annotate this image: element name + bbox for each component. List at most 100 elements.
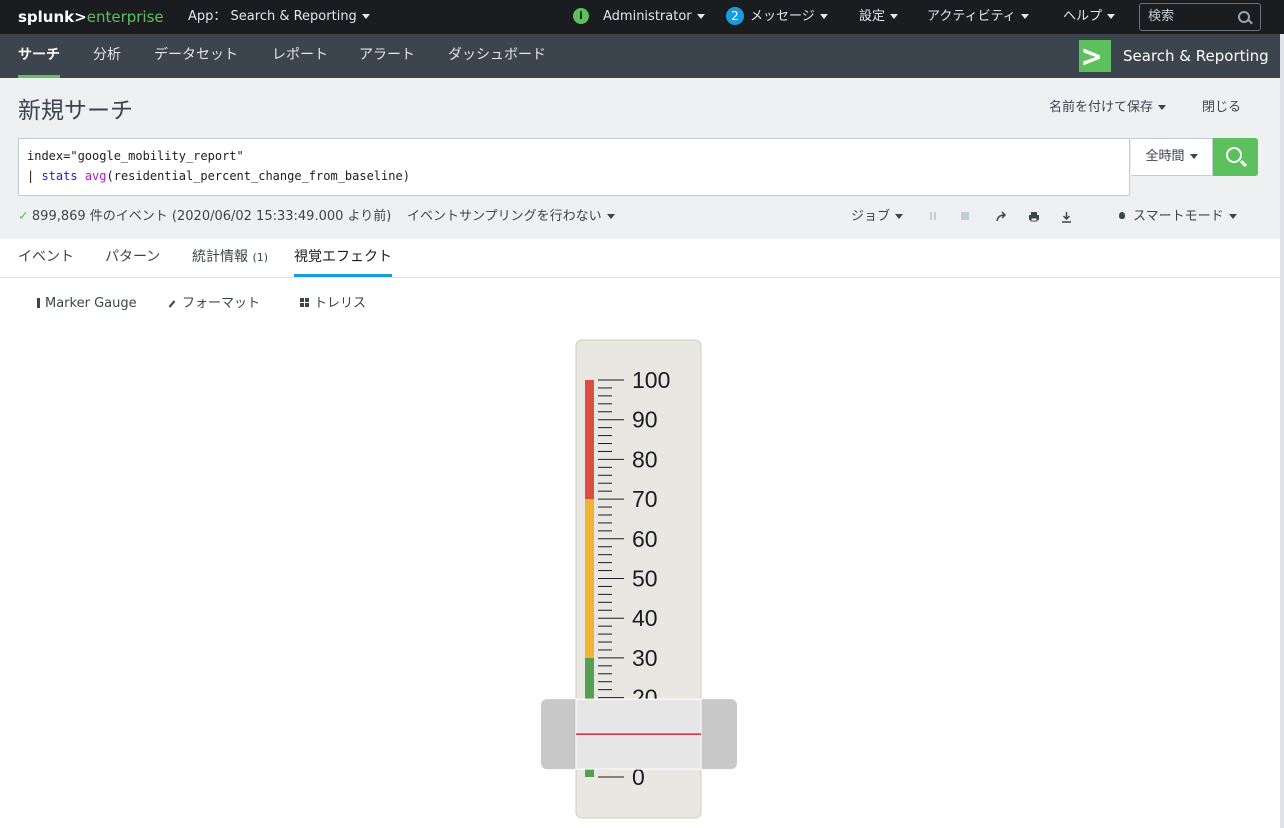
messages-label: メッセージ bbox=[750, 9, 815, 24]
export-icon[interactable] bbox=[1061, 211, 1072, 225]
logo-product-text: enterprise bbox=[86, 8, 164, 26]
activity-label: アクティビティ bbox=[927, 9, 1016, 24]
results-tabs: イベント パターン 統計情報 (1) 視覚エフェクト bbox=[0, 239, 1280, 278]
settings-menu[interactable]: 設定 bbox=[859, 0, 899, 34]
query-command: stats bbox=[41, 169, 78, 183]
activity-menu[interactable]: アクティビティ bbox=[927, 0, 1029, 34]
job-menu[interactable]: ジョブ bbox=[851, 207, 904, 227]
nav-tab-search[interactable]: サーチ bbox=[18, 34, 60, 78]
close-button[interactable]: 閉じる bbox=[1202, 96, 1241, 115]
share-glyph bbox=[996, 211, 1007, 222]
event-count-status: ✓ 899,869 件のイベント (2020/06/02 15:33:49.000… bbox=[18, 207, 391, 227]
chevron-down-icon bbox=[606, 214, 615, 219]
gauge-tick-label: 80 bbox=[632, 446, 658, 472]
lightbulb-icon bbox=[1119, 212, 1125, 219]
grid-icon bbox=[300, 298, 309, 307]
settings-label: 設定 bbox=[859, 9, 886, 24]
format-label: フォーマット bbox=[182, 296, 261, 311]
query-line-1: index="google_mobility_report" bbox=[27, 149, 244, 163]
query-pipe: | bbox=[27, 169, 42, 183]
nav-tab-analytics[interactable]: 分析 bbox=[93, 34, 121, 78]
global-search-placeholder: 検索 bbox=[1148, 9, 1175, 24]
messages-menu[interactable]: 2 メッセージ bbox=[726, 0, 828, 34]
gauge-range-band-1 bbox=[585, 499, 594, 658]
search-icon bbox=[1226, 147, 1242, 163]
chevron-down-icon bbox=[819, 14, 828, 19]
app-title: Search & Reporting bbox=[1123, 47, 1269, 65]
search-mode-menu[interactable]: スマートモード bbox=[1119, 207, 1237, 227]
gauge-tick-label: 50 bbox=[632, 566, 658, 592]
global-search-input[interactable]: 検索 bbox=[1139, 3, 1261, 31]
user-menu[interactable]: i Administrator bbox=[573, 0, 705, 34]
time-range-picker[interactable]: 全時間 bbox=[1131, 138, 1213, 176]
splunk-logo[interactable]: splunk>enterprise bbox=[18, 0, 164, 34]
tab-patterns[interactable]: パターン bbox=[105, 239, 160, 276]
query-args: (residential_percent_change_from_baselin… bbox=[106, 169, 410, 183]
tab-visualization[interactable]: 視覚エフェクト bbox=[294, 239, 392, 277]
print-glyph bbox=[1029, 212, 1039, 222]
tab-statistics-count: (1) bbox=[252, 251, 269, 264]
chevron-down-icon bbox=[1228, 214, 1237, 219]
pause-glyph bbox=[930, 212, 936, 220]
gauge-tick-label: 30 bbox=[632, 645, 658, 671]
search-query-input[interactable]: index="google_mobility_report" | stats a… bbox=[18, 138, 1130, 196]
chevron-down-icon bbox=[1158, 105, 1167, 110]
app-selector[interactable]: App： Search & Reporting bbox=[188, 0, 370, 34]
app-label: App： bbox=[188, 9, 227, 24]
tab-events[interactable]: イベント bbox=[18, 239, 74, 276]
splunk-top-bar: splunk>enterprise App： Search & Reportin… bbox=[0, 0, 1284, 34]
app-logo-icon bbox=[1079, 37, 1111, 75]
pencil-icon bbox=[168, 299, 176, 308]
time-range-label: 全時間 bbox=[1145, 149, 1185, 164]
marker-gauge: 0102030405060708090100 bbox=[541, 339, 737, 819]
stop-icon[interactable] bbox=[960, 211, 970, 223]
nav-tab-datasets[interactable]: データセット bbox=[154, 34, 238, 78]
help-label: ヘルプ bbox=[1063, 9, 1103, 24]
share-icon[interactable] bbox=[996, 211, 1007, 224]
chevron-down-icon bbox=[361, 14, 370, 19]
sampling-dropdown[interactable]: イベントサンプリングを行わない bbox=[407, 207, 615, 227]
gauge-tick-label: 100 bbox=[632, 367, 670, 393]
query-line-2: | stats avg(residential_percent_change_f… bbox=[27, 169, 410, 183]
app-name: Search & Reporting bbox=[230, 9, 357, 24]
gauge-tick-label: 70 bbox=[632, 486, 658, 512]
viz-type-picker[interactable]: Marker Gauge bbox=[37, 294, 137, 314]
tab-statistics[interactable]: 統計情報 (1) bbox=[192, 239, 268, 276]
logo-splunk-text: splunk> bbox=[18, 8, 87, 26]
gauge-tick-label: 60 bbox=[632, 526, 658, 552]
print-icon[interactable] bbox=[1028, 211, 1040, 224]
format-button[interactable]: フォーマット bbox=[168, 294, 260, 314]
stop-glyph bbox=[961, 212, 969, 220]
job-label: ジョブ bbox=[851, 209, 891, 224]
trellis-label: トレリス bbox=[314, 296, 367, 311]
nav-tab-alerts[interactable]: アラート bbox=[359, 34, 415, 78]
chevron-down-icon bbox=[696, 14, 705, 19]
search-submit-button[interactable] bbox=[1213, 138, 1258, 176]
chevron-down-icon bbox=[890, 14, 899, 19]
search-mode-label: スマートモード bbox=[1133, 209, 1224, 224]
chevron-down-icon bbox=[895, 214, 904, 219]
user-name: Administrator bbox=[603, 9, 692, 24]
page-scrollbar[interactable] bbox=[1280, 34, 1284, 828]
sampling-label: イベントサンプリングを行わない bbox=[407, 209, 602, 224]
chevron-down-icon bbox=[1189, 154, 1198, 159]
nav-tab-dashboards[interactable]: ダッシュボード bbox=[448, 34, 546, 78]
event-count-text: 899,869 件のイベント (2020/06/02 15:33:49.000 … bbox=[31, 209, 392, 224]
tab-statistics-label: 統計情報 bbox=[192, 249, 248, 265]
search-icon bbox=[1238, 11, 1250, 23]
messages-count-badge: 2 bbox=[726, 6, 744, 25]
chevron-down-icon bbox=[1020, 14, 1029, 19]
query-function: avg bbox=[84, 169, 107, 183]
save-as-button[interactable]: 名前を付けて保存 bbox=[1049, 96, 1167, 115]
gauge-tick-label: 90 bbox=[632, 407, 658, 433]
nav-tab-reports[interactable]: レポート bbox=[272, 34, 328, 78]
export-glyph bbox=[1062, 212, 1071, 223]
trellis-button[interactable]: トレリス bbox=[300, 294, 366, 314]
info-icon: i bbox=[573, 7, 589, 24]
help-menu[interactable]: ヘルプ bbox=[1063, 0, 1116, 34]
check-icon: ✓ bbox=[18, 209, 29, 224]
save-as-label: 名前を付けて保存 bbox=[1049, 100, 1154, 115]
pause-icon[interactable] bbox=[929, 211, 937, 223]
chevron-down-icon bbox=[1107, 14, 1116, 19]
viz-type-label: Marker Gauge bbox=[45, 296, 137, 311]
